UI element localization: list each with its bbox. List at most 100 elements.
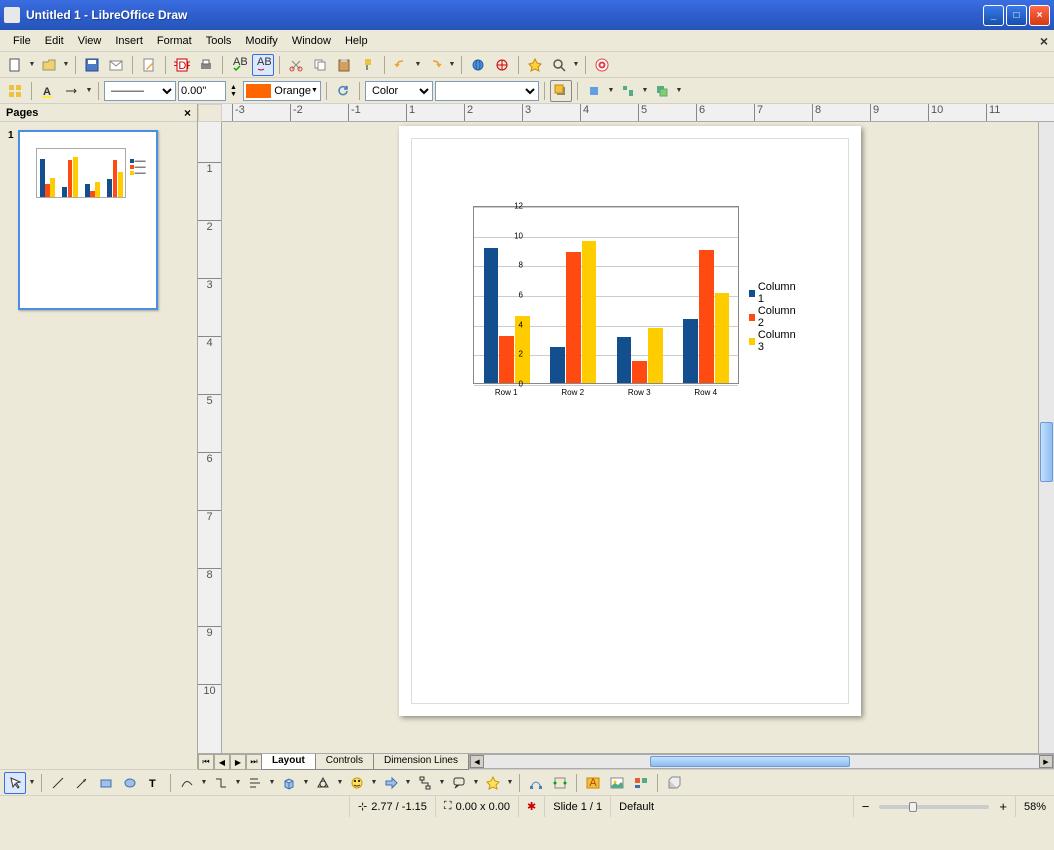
select-tool-dropdown[interactable]: ▼ — [28, 772, 36, 794]
points-edit-tool[interactable] — [525, 772, 547, 794]
first-page-button[interactable]: ⏮ — [198, 754, 214, 770]
stars-dropdown[interactable]: ▼ — [506, 772, 514, 794]
tab-controls[interactable]: Controls — [315, 754, 374, 770]
tab-layout[interactable]: Layout — [261, 754, 316, 770]
zoom-value[interactable]: 58% — [1016, 796, 1054, 817]
tab-dimension-lines[interactable]: Dimension Lines — [373, 754, 469, 770]
extrusion-tool[interactable] — [663, 772, 685, 794]
format-paintbrush-button[interactable] — [357, 54, 379, 76]
callouts-dropdown[interactable]: ▼ — [472, 772, 480, 794]
linewidth-up[interactable]: ▲ — [230, 84, 237, 91]
open-button[interactable] — [38, 54, 60, 76]
horizontal-scrollbar[interactable]: ◀ ▶ — [469, 754, 1054, 769]
gallery-tool[interactable] — [630, 772, 652, 794]
fill-color-select[interactable] — [435, 81, 539, 101]
new-dropdown[interactable]: ▼ — [28, 54, 36, 76]
menu-window[interactable]: Window — [285, 33, 338, 49]
autospellcheck-button[interactable]: ABC — [252, 54, 274, 76]
status-style[interactable]: Default — [611, 796, 854, 817]
curve-tool[interactable] — [176, 772, 198, 794]
help-button[interactable] — [591, 54, 613, 76]
spellcheck-button[interactable]: ABC — [228, 54, 250, 76]
align-button[interactable] — [617, 80, 639, 102]
symbol-shapes-dropdown[interactable]: ▼ — [370, 772, 378, 794]
vscroll-thumb[interactable] — [1040, 422, 1053, 482]
arrow-style-button[interactable] — [61, 80, 83, 102]
cut-button[interactable] — [285, 54, 307, 76]
paste-button[interactable] — [333, 54, 355, 76]
vertical-scrollbar[interactable] — [1038, 122, 1054, 753]
arrow-tool[interactable] — [71, 772, 93, 794]
maximize-button[interactable]: □ — [1006, 5, 1027, 26]
3d-dropdown[interactable]: ▼ — [302, 772, 310, 794]
line-tool[interactable] — [47, 772, 69, 794]
close-document-button[interactable]: × — [1040, 33, 1048, 49]
canvas[interactable]: Column 1Column 2Column 3 024681012Row 1R… — [222, 122, 1038, 753]
copy-button[interactable] — [309, 54, 331, 76]
save-button[interactable] — [81, 54, 103, 76]
highlight-icon[interactable]: A — [37, 80, 59, 102]
zoom-dropdown[interactable]: ▼ — [572, 54, 580, 76]
select-tool[interactable] — [4, 772, 26, 794]
menu-format[interactable]: Format — [150, 33, 199, 49]
align-dropdown[interactable]: ▼ — [641, 80, 649, 102]
block-arrows-dropdown[interactable]: ▼ — [404, 772, 412, 794]
filter-button[interactable] — [583, 80, 605, 102]
text-tool[interactable]: T — [143, 772, 165, 794]
linewidth-down[interactable]: ▼ — [230, 91, 237, 98]
hscroll-left[interactable]: ◀ — [470, 755, 484, 768]
zoom-out-button[interactable]: − — [862, 799, 870, 814]
zoom-in-button[interactable]: + — [999, 799, 1007, 814]
undo-button[interactable] — [390, 54, 412, 76]
new-button[interactable] — [4, 54, 26, 76]
menu-modify[interactable]: Modify — [238, 33, 284, 49]
3d-tool[interactable] — [278, 772, 300, 794]
email-button[interactable] — [105, 54, 127, 76]
menu-view[interactable]: View — [71, 33, 109, 49]
gallery-button[interactable] — [524, 54, 546, 76]
rectangle-tool[interactable] — [95, 772, 117, 794]
hscroll-right[interactable]: ▶ — [1039, 755, 1053, 768]
filter-dropdown[interactable]: ▼ — [607, 80, 615, 102]
edit-file-button[interactable] — [138, 54, 160, 76]
symbol-shapes-tool[interactable] — [346, 772, 368, 794]
hyperlink-button[interactable] — [467, 54, 489, 76]
menu-tools[interactable]: Tools — [199, 33, 239, 49]
last-page-button[interactable]: ⏭ — [246, 754, 262, 770]
flowchart-dropdown[interactable]: ▼ — [438, 772, 446, 794]
lines-arrows-tool[interactable] — [244, 772, 266, 794]
menu-file[interactable]: File — [6, 33, 38, 49]
from-file-tool[interactable] — [606, 772, 628, 794]
horizontal-ruler[interactable]: -3-2-11234567891011 — [222, 104, 1054, 122]
menu-edit[interactable]: Edit — [38, 33, 71, 49]
zoom-slider[interactable] — [879, 805, 989, 809]
print-button[interactable] — [195, 54, 217, 76]
close-button[interactable]: × — [1029, 5, 1050, 26]
line-width-input[interactable] — [178, 81, 226, 101]
arrow-style-dropdown[interactable]: ▼ — [85, 80, 93, 102]
basic-shapes-dropdown[interactable]: ▼ — [336, 772, 344, 794]
shadow-button[interactable] — [550, 80, 572, 102]
lines-arrows-dropdown[interactable]: ▼ — [268, 772, 276, 794]
page-thumbnail[interactable]: ——— — [18, 130, 158, 310]
prev-page-button[interactable]: ◀ — [214, 754, 230, 770]
flowchart-tool[interactable] — [414, 772, 436, 794]
chart-object[interactable]: Column 1Column 2Column 3 024681012Row 1R… — [449, 206, 794, 416]
fill-mode-select[interactable]: Color — [365, 81, 433, 101]
ellipse-tool[interactable] — [119, 772, 141, 794]
page[interactable]: Column 1Column 2Column 3 024681012Row 1R… — [399, 126, 861, 716]
stars-tool[interactable] — [482, 772, 504, 794]
block-arrows-tool[interactable] — [380, 772, 402, 794]
undo-dropdown[interactable]: ▼ — [414, 54, 422, 76]
export-pdf-button[interactable]: PDF — [171, 54, 193, 76]
menu-insert[interactable]: Insert — [108, 33, 150, 49]
rotate-button[interactable] — [332, 80, 354, 102]
pages-panel-close[interactable]: × — [184, 106, 191, 120]
curve-dropdown[interactable]: ▼ — [200, 772, 208, 794]
zoom-button[interactable] — [548, 54, 570, 76]
line-style-select[interactable]: ——— — [104, 81, 176, 101]
redo-button[interactable] — [424, 54, 446, 76]
arrange-dropdown[interactable]: ▼ — [675, 80, 683, 102]
menu-help[interactable]: Help — [338, 33, 375, 49]
redo-dropdown[interactable]: ▼ — [448, 54, 456, 76]
